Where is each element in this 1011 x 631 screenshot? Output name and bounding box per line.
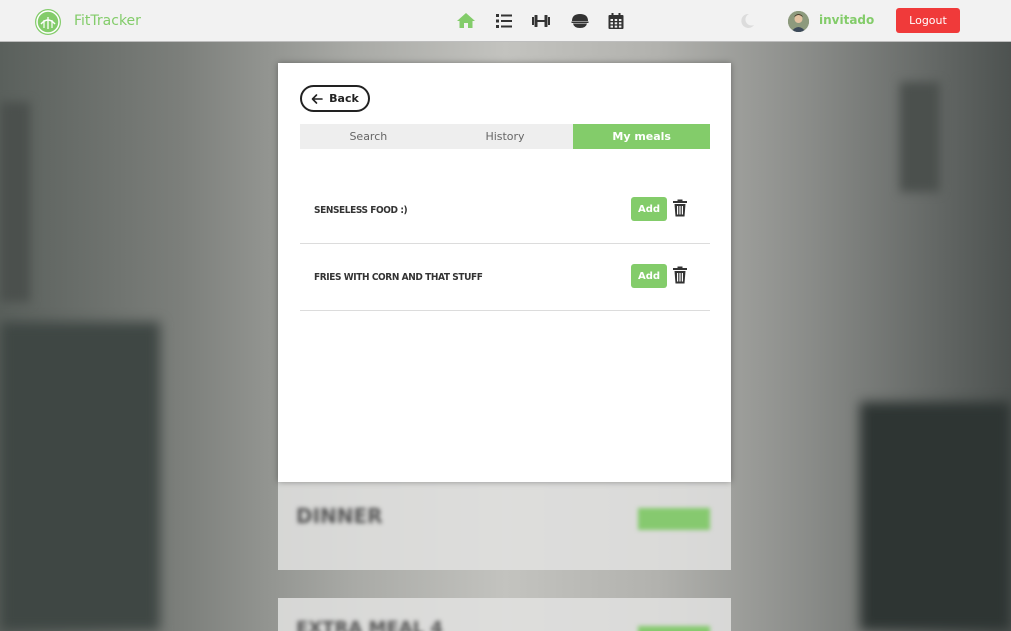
add-meal-button[interactable]: Add: [631, 264, 667, 288]
moon-icon[interactable]: [738, 12, 756, 30]
background-card-extra-meal: EXTRA MEAL 4: [278, 598, 731, 631]
arrow-left-icon: [311, 93, 323, 104]
logo-icon[interactable]: [35, 9, 61, 35]
avatar[interactable]: [788, 11, 809, 32]
trash-icon[interactable]: [672, 266, 688, 284]
top-navbar: FitTracker invitado Logout: [0, 0, 1011, 42]
bowl-icon[interactable]: [570, 11, 590, 31]
meal-list: Senseless food :) Add Fries with corn an…: [300, 177, 710, 311]
username[interactable]: invitado: [819, 13, 874, 27]
background-card-title: EXTRA MEAL 4: [296, 618, 443, 631]
tab-history[interactable]: History: [436, 124, 574, 149]
calendar-icon[interactable]: [606, 11, 626, 31]
tab-search[interactable]: Search: [300, 124, 437, 149]
list-item: Fries with corn and that stuff Add: [300, 244, 710, 311]
list-item: Senseless food :) Add: [300, 177, 710, 244]
add-meal-button[interactable]: Add: [631, 197, 667, 221]
back-button-label: Back: [329, 92, 359, 105]
logout-button[interactable]: Logout: [896, 8, 960, 33]
back-button[interactable]: Back: [300, 85, 370, 112]
dumbbell-icon[interactable]: [531, 11, 551, 31]
background-card-title: DINNER: [296, 504, 383, 528]
my-meals-modal: Back Search History My meals Senseless f…: [278, 63, 731, 482]
meal-name: Senseless food :): [314, 205, 408, 216]
trash-icon[interactable]: [672, 199, 688, 217]
background-card-button: [638, 626, 710, 631]
meal-tabs: Search History My meals: [300, 124, 711, 149]
tab-my-meals[interactable]: My meals: [573, 124, 711, 149]
background-card-dinner: DINNER: [278, 482, 731, 570]
home-icon[interactable]: [456, 11, 476, 31]
brand-name[interactable]: FitTracker: [74, 13, 141, 29]
background-card-button: [638, 508, 710, 530]
meal-name: Fries with corn and that stuff: [314, 272, 483, 283]
list-icon[interactable]: [494, 11, 514, 31]
